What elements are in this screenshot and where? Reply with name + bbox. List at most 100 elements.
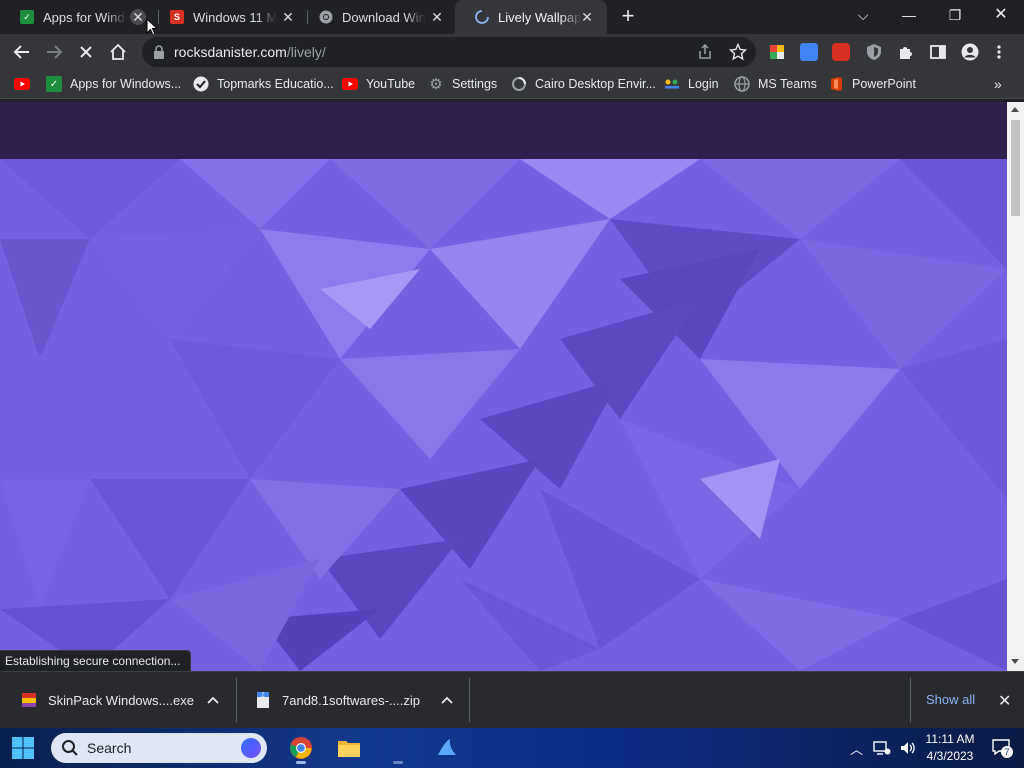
new-tab-plus-icon[interactable]: +: [616, 5, 640, 29]
network-icon[interactable]: [873, 740, 891, 756]
taskbar-search-box[interactable]: Search: [51, 733, 267, 763]
close-tab-icon[interactable]: ✕: [579, 9, 595, 25]
taskbar-app-blank[interactable]: [382, 732, 414, 764]
bookmark-label: MS Teams: [758, 77, 817, 91]
back-arrow-icon[interactable]: [10, 40, 34, 64]
hero-background-image: [0, 159, 1007, 671]
bookmark-settings[interactable]: ⚙ Settings: [428, 76, 498, 93]
taskbar-clock[interactable]: 11:11 AM 4/3/2023: [918, 731, 982, 765]
installer-file-icon: [22, 693, 36, 707]
profile-avatar-icon[interactable]: [961, 43, 979, 61]
forward-arrow-icon[interactable]: [42, 40, 66, 64]
checkmark-badge-icon: [193, 76, 209, 92]
bookmark-cairo[interactable]: Cairo Desktop Envir...: [511, 76, 656, 92]
google-translate-icon[interactable]: [800, 43, 818, 61]
tab-download-windows[interactable]: Download Windows ✕: [299, 0, 457, 34]
tab-title: Lively Wallpaper: [498, 9, 582, 25]
url-text: rocksdanister.com/lively/: [174, 44, 326, 60]
show-all-downloads-link[interactable]: Show all: [926, 692, 975, 707]
chevron-up-icon[interactable]: ︿: [850, 739, 863, 758]
bookmark-login[interactable]: Login: [664, 76, 719, 92]
login-icon: [664, 76, 680, 92]
zip-file-icon: Z: [257, 692, 269, 708]
bookmark-label: Cairo Desktop Envir...: [535, 77, 656, 91]
download-item-skinpack[interactable]: SkinPack Windows....exe: [20, 672, 230, 728]
scroll-down-arrow-icon[interactable]: [1011, 659, 1019, 664]
tab-windows-11-mods[interactable]: S Windows 11 Mods ✕: [150, 0, 308, 34]
page-scrollbar[interactable]: [1007, 102, 1024, 671]
skinpack-icon: S: [170, 10, 184, 24]
close-tab-icon[interactable]: ✕: [429, 9, 445, 25]
svg-text:Z: Z: [261, 693, 265, 699]
url-host: rocksdanister.com: [174, 44, 287, 60]
bing-chat-icon[interactable]: [241, 738, 261, 758]
puzzle-extensions-icon[interactable]: [897, 43, 915, 61]
taskbar-app-shark[interactable]: [431, 732, 463, 764]
office-icon: [828, 76, 844, 92]
lock-icon[interactable]: [153, 45, 165, 59]
tab-apps-for-windows[interactable]: ✓ Apps for Windows ✕: [0, 0, 158, 34]
folder-icon: [338, 741, 360, 757]
close-shelf-icon[interactable]: ✕: [998, 691, 1011, 711]
clock-date: 4/3/2023: [926, 749, 974, 763]
tab-title: Download Windows: [342, 9, 426, 25]
browser-toolbar: rocksdanister.com/lively/: [0, 34, 1024, 70]
scroll-up-arrow-icon[interactable]: [1011, 107, 1019, 112]
search-icon: [62, 740, 78, 756]
home-icon[interactable]: [106, 40, 130, 64]
chevron-up-icon[interactable]: [206, 693, 220, 707]
search-label: Search: [87, 740, 132, 756]
download-separator: [910, 678, 911, 722]
green-check-square-icon: ✓: [20, 10, 34, 24]
more-bookmarks-chevron-icon[interactable]: »: [994, 76, 1002, 92]
chevron-up-icon[interactable]: [440, 693, 454, 707]
minimize-icon[interactable]: —: [886, 0, 932, 32]
close-tab-icon[interactable]: ✕: [280, 9, 296, 25]
address-bar[interactable]: rocksdanister.com/lively/: [142, 37, 756, 67]
download-separator: [469, 678, 470, 722]
download-filename: 7and8.1softwares-....zip: [282, 692, 421, 708]
scrollbar-thumb[interactable]: [1011, 120, 1020, 216]
bookmark-label: Settings: [452, 77, 498, 91]
youtube-extension-icon[interactable]: [832, 43, 850, 61]
stop-loading-icon[interactable]: [74, 40, 98, 64]
bookmark-youtube-only[interactable]: [14, 76, 38, 92]
windows-start-icon[interactable]: [12, 737, 34, 759]
download-separator: [236, 678, 237, 722]
youtube-icon: [14, 76, 30, 92]
chrome-icon: [290, 737, 312, 759]
volume-icon[interactable]: [899, 740, 917, 756]
share-icon[interactable]: [697, 44, 713, 60]
site-header: [0, 102, 1007, 159]
bookmark-topmarks[interactable]: Topmarks Educatio...: [193, 76, 334, 92]
close-window-icon[interactable]: ✕: [978, 0, 1024, 32]
tab-search-chevron-icon[interactable]: ⌵: [840, 0, 886, 32]
bookmark-star-icon[interactable]: [729, 43, 747, 61]
close-tab-icon[interactable]: ✕: [130, 9, 146, 25]
windows-taskbar: Search ︿ 11:11 AM 4/3/2023 7: [0, 728, 1024, 768]
bookmark-youtube[interactable]: YouTube: [342, 76, 415, 92]
taskbar-chrome[interactable]: [285, 732, 317, 764]
download-item-zip[interactable]: Z 7and8.1softwares-....zip: [254, 672, 464, 728]
shield-extension-icon[interactable]: [865, 43, 883, 61]
bookmark-powerpoint[interactable]: PowerPoint: [828, 76, 916, 92]
bookmark-label: Apps for Windows...: [70, 77, 182, 91]
bookmark-label: Login: [688, 77, 719, 91]
taskbar-file-explorer[interactable]: [333, 732, 365, 764]
notification-badge: 7: [1001, 746, 1013, 758]
globe-icon: [734, 76, 750, 92]
kebab-menu-icon[interactable]: [994, 43, 1004, 61]
tab-title: Windows 11 Mods: [193, 9, 277, 25]
notification-center-icon[interactable]: 7: [992, 739, 1013, 758]
bookmark-apps-for-windows[interactable]: ✓ Apps for Windows...: [46, 76, 181, 92]
status-bubble: Establishing secure connection...: [0, 650, 192, 672]
restore-icon[interactable]: ❐: [932, 0, 978, 32]
side-panel-icon[interactable]: [929, 43, 947, 61]
system-tray: ︿: [850, 728, 917, 768]
tab-lively-wallpaper[interactable]: Lively Wallpaper ✕: [455, 0, 607, 34]
bookmark-ms-teams[interactable]: MS Teams: [734, 76, 817, 92]
extension-color-icon[interactable]: [768, 43, 786, 61]
tab-strip: ✓ Apps for Windows ✕ S Windows 11 Mods ✕…: [0, 0, 1024, 36]
url-path: /lively/: [286, 44, 326, 60]
chrome-icon: [319, 10, 333, 24]
